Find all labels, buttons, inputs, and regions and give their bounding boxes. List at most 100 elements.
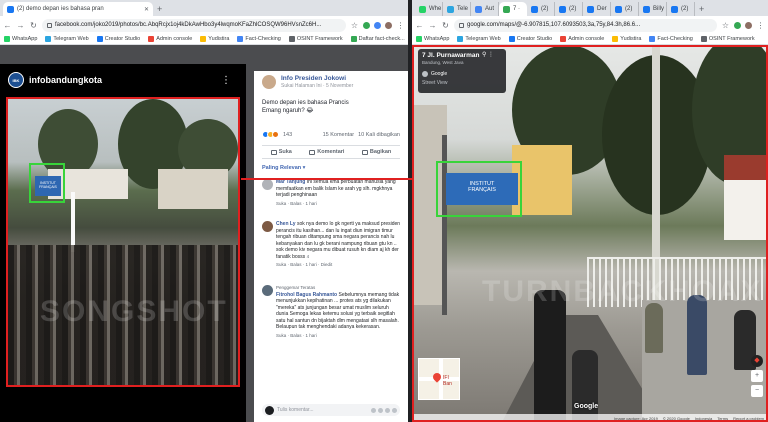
browser-tab[interactable]: (2)	[667, 2, 695, 16]
bookmark-favicon-icon	[4, 36, 10, 42]
protest-photo[interactable]: INSTITUT FRANÇAIS	[6, 97, 240, 387]
browser-tab[interactable]: Billy	[639, 2, 667, 16]
browser-tab[interactable]: (2)	[527, 2, 555, 16]
gif-icon[interactable]	[385, 407, 390, 413]
new-tab-icon[interactable]: +	[157, 2, 162, 16]
bookmark-admin-console[interactable]: Admin console	[560, 36, 604, 42]
street-view-label[interactable]: Street View	[422, 80, 502, 86]
pin-icon[interactable]: ⚲ ⋮	[482, 51, 494, 58]
sticker-icon[interactable]	[392, 407, 397, 413]
reactions-count[interactable]: 143	[283, 132, 292, 138]
street-view-panorama[interactable]: INSTITUT FRANÇAIS 7 Jl. Purnawarman Band…	[412, 45, 768, 422]
comment-meta[interactable]: Suka · Balas · 1 hari · Diedit	[276, 262, 402, 267]
bookmarks-bar: WhatsApp Telegram Web Creator Studio Admin …	[0, 34, 408, 45]
bookmark-fact-checking[interactable]: Fact-Checking	[649, 36, 693, 42]
tab-facebook[interactable]: (2) demo depan ies bahasa pran ✕	[3, 2, 153, 16]
commenter-name[interactable]: Fitrohol Bagus Rahmanto	[276, 292, 337, 298]
bookmark-whatsapp[interactable]: WhatsApp	[4, 36, 37, 42]
bookmark-whatsapp[interactable]: WhatsApp	[416, 36, 449, 42]
commenter-name[interactable]: Chen Ly	[276, 221, 296, 227]
bookmark-yudistira[interactable]: Yudistira	[612, 36, 641, 42]
back-icon[interactable]: ←	[415, 21, 424, 30]
menu-icon[interactable]: ⋮	[396, 21, 405, 30]
comments-count[interactable]: 15 Komentar	[323, 132, 355, 138]
browser-tab[interactable]: Tele	[443, 2, 471, 16]
tab-label: (2)	[569, 6, 577, 12]
reload-icon[interactable]: ↻	[441, 21, 450, 30]
comment-input[interactable]: Tulis komentar...	[262, 404, 400, 416]
browser-tab[interactable]: Der	[583, 2, 611, 16]
back-icon[interactable]: ←	[3, 21, 12, 30]
comment-sort-dropdown[interactable]: Paling Relevan ▾	[262, 165, 305, 171]
profile-avatar[interactable]	[385, 21, 392, 29]
google-logo: Google	[574, 403, 599, 410]
browser-tab[interactable]: 7 ·	[499, 2, 527, 16]
forward-icon[interactable]: →	[428, 21, 437, 30]
camera-icon[interactable]	[378, 407, 383, 413]
comment-meta[interactable]: Suka · Balas · 1 hari	[276, 201, 402, 206]
bookmark-osint-framework[interactable]: OSINT Framework	[700, 36, 755, 42]
reload-icon[interactable]: ↻	[29, 21, 38, 30]
author-avatar[interactable]	[262, 75, 276, 89]
bookmark-yudistira[interactable]: Yudistira	[200, 36, 229, 42]
star-icon[interactable]: ☆	[721, 21, 730, 30]
browser-tab[interactable]: (2)	[611, 2, 639, 16]
bookmark-label: Admin console	[156, 36, 193, 42]
bookmark-creator-studio[interactable]: Creator Studio	[508, 36, 552, 42]
extension-icon[interactable]	[734, 21, 741, 29]
browser-toolbar: ← → ↻ google.com/maps/@-6.907815,107.609…	[412, 16, 768, 34]
bookmark-daftar-fact-check[interactable]: Daftar fact-check...	[350, 36, 405, 42]
bookmark-osint-framework[interactable]: OSINT Framework	[288, 36, 343, 42]
zoom-in-icon[interactable]: +	[751, 370, 763, 382]
bookmark-telegram-web[interactable]: Telegram Web	[45, 36, 89, 42]
menu-icon[interactable]: ⋮	[756, 21, 765, 30]
provider-name: Google	[431, 71, 448, 77]
bookmark-label: WhatsApp	[424, 36, 450, 42]
browser-tab[interactable]: Aut	[471, 2, 499, 16]
post-text: Demo depan ies bahasa Prancis Emang ngar…	[262, 99, 402, 115]
browser-tab[interactable]: (2)	[555, 2, 583, 16]
post-meta: Sukai Halaman Ini · 5 November	[281, 83, 354, 89]
comment-meta[interactable]: Suka · Balas · 1 hari	[276, 333, 402, 338]
right-browser-window: Whe Tele Aut 7 · (2) (2) Der (2) Billy (2) + ← → ↻…	[412, 0, 768, 422]
profile-avatar[interactable]	[745, 21, 752, 29]
address-bar[interactable]: google.com/maps/@-6.907815,107.6093503,3…	[454, 18, 717, 32]
commenter-avatar[interactable]	[262, 285, 273, 296]
address-bar[interactable]: facebook.com/joko2019/photos/bc.AbqRcjx1…	[42, 18, 346, 32]
forward-icon[interactable]: →	[16, 21, 25, 30]
extension-icon[interactable]	[374, 21, 381, 29]
tab-favicon-icon	[615, 5, 622, 13]
compass-icon[interactable]: ◆	[751, 355, 763, 367]
commenter-avatar[interactable]	[262, 179, 273, 190]
tab-label: Aut	[485, 6, 495, 12]
facebook-photo-viewer: IBK infobandungkota ⋮ INSTITUTFRANÇAIS	[0, 45, 408, 422]
location-subtitle: Bandung, West Java	[422, 60, 464, 65]
emoji-icon[interactable]	[371, 407, 376, 413]
bookmark-fact-checking[interactable]: Fact-Checking	[237, 36, 281, 42]
more-options-icon[interactable]: ⋮	[221, 75, 231, 86]
bookmark-creator-studio[interactable]: Creator Studio	[96, 36, 140, 42]
report-link[interactable]: Report a problem	[733, 416, 764, 421]
minimap[interactable]: IFI Ban	[418, 358, 460, 400]
comment-button[interactable]: Komentari	[309, 149, 344, 155]
close-tab-icon[interactable]: ✕	[144, 6, 149, 13]
commenter-avatar[interactable]	[262, 221, 273, 232]
extension-icon[interactable]	[363, 21, 370, 29]
browser-tab[interactable]: Whe	[415, 2, 443, 16]
bookmark-favicon-icon	[148, 36, 155, 42]
bookmark-favicon-icon	[457, 36, 464, 42]
shares-count[interactable]: 10 Kali dibagikan	[358, 132, 400, 138]
red-connector-line	[241, 178, 412, 180]
like-button[interactable]: Suka	[270, 149, 292, 155]
author-name[interactable]: Info Presiden Jokowi	[281, 75, 353, 82]
photo-page-header[interactable]: IBK infobandungkota	[8, 72, 102, 88]
star-icon[interactable]: ☆	[350, 21, 359, 30]
new-tab-icon[interactable]: +	[699, 2, 704, 16]
post-text-line: Emang ngaruh? 😂	[262, 108, 314, 114]
bookmark-label: Yudistira	[208, 36, 230, 42]
bookmark-telegram-web[interactable]: Telegram Web	[457, 36, 501, 42]
bookmark-admin-console[interactable]: Admin console	[148, 36, 192, 42]
zoom-out-icon[interactable]: −	[751, 385, 763, 397]
share-button[interactable]: Bagikan	[361, 149, 391, 155]
terms-link[interactable]: Terms	[717, 416, 728, 421]
